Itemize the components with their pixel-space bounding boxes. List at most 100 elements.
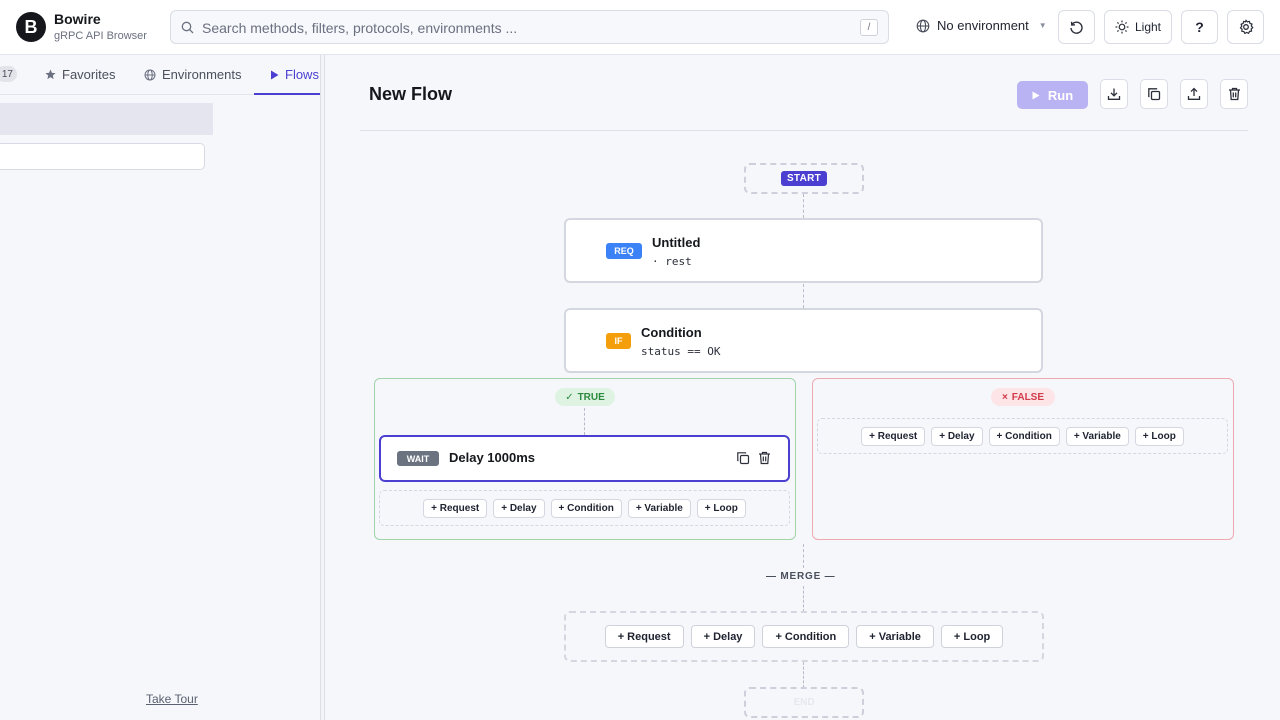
add-variable-button[interactable]: + Variable [627, 498, 691, 518]
sidebar-tabs: 17 Favorites Environments Flows [0, 55, 320, 95]
main-add-row: + Request + Delay + Condition + Variable… [564, 611, 1044, 662]
tab-flows[interactable]: Flows [270, 67, 319, 82]
add-request-button[interactable]: + Request [861, 426, 926, 446]
tab-favorites[interactable]: Favorites [45, 67, 115, 82]
run-label: Run [1047, 87, 1074, 103]
delete-flow-button[interactable] [1220, 79, 1248, 109]
trash-icon [1228, 87, 1240, 101]
false-branch-label: × FALSE [991, 388, 1055, 406]
add-loop-button[interactable]: + Loop [940, 625, 1004, 648]
app-logo[interactable]: B [16, 12, 46, 42]
run-button[interactable]: Run [1017, 81, 1088, 109]
add-delay-button[interactable]: + Delay [493, 498, 545, 518]
true-branch-label: ✓ TRUE [555, 388, 615, 406]
environment-label: No environment [937, 18, 1029, 33]
wait-node[interactable]: WAIT Delay 1000ms [379, 435, 790, 482]
active-tab-indicator [254, 93, 320, 95]
tab-environments[interactable]: Environments [144, 67, 241, 82]
gear-icon [1239, 19, 1253, 35]
true-branch: ✓ TRUE WAIT Delay 1000ms + Request + Dela… [374, 378, 796, 540]
app-subtitle: gRPC API Browser [54, 30, 147, 42]
search-box[interactable]: / [170, 10, 889, 44]
merge-label: — MERGE — [766, 571, 836, 582]
add-request-button[interactable]: + Request [604, 625, 684, 648]
download-button[interactable] [1100, 79, 1128, 109]
close-icon: × [1001, 391, 1008, 403]
trash-icon[interactable] [758, 451, 771, 465]
search-input[interactable] [202, 18, 842, 38]
theme-label: Light [1134, 20, 1162, 34]
wait-node-title: Delay 1000ms [449, 450, 536, 465]
start-badge: START [780, 171, 828, 186]
settings-button[interactable] [1227, 10, 1264, 44]
connector [584, 408, 585, 435]
sidebar: 17 Favorites Environments Flows Take Tou… [0, 55, 320, 720]
download-icon [1107, 88, 1121, 100]
end-badge: END [793, 697, 815, 708]
connector [803, 284, 804, 308]
tab-favorites-label: Favorites [62, 67, 116, 82]
export-button[interactable] [1180, 79, 1208, 109]
star-icon [45, 69, 56, 80]
add-loop-button[interactable]: + Loop [696, 498, 746, 518]
duplicate-flow-button[interactable] [1140, 79, 1168, 109]
true-label-text: TRUE [577, 391, 605, 403]
theme-toggle-button[interactable]: Light [1104, 10, 1172, 44]
add-variable-button[interactable]: + Variable [856, 625, 934, 648]
page-title: New Flow [369, 84, 453, 104]
condition-node-title: Condition [641, 325, 702, 340]
environment-selector[interactable]: No environment ▼ [916, 18, 1047, 33]
upload-icon [1187, 87, 1201, 100]
sidebar-input[interactable] [0, 143, 205, 170]
sun-icon [1115, 20, 1129, 34]
condition-expression: status == OK [641, 345, 721, 358]
true-branch-add-row: + Request + Delay + Condition + Variable… [379, 490, 790, 526]
connector [803, 662, 804, 688]
request-node[interactable]: REQ Untitled · rest [564, 218, 1043, 283]
play-icon [271, 70, 279, 79]
sidebar-selected-item[interactable] [0, 103, 213, 135]
search-icon [181, 21, 194, 34]
tab-environments-label: Environments [162, 67, 242, 82]
request-node-protocol: · rest [652, 255, 692, 268]
add-condition-button[interactable]: + Condition [550, 498, 622, 518]
help-icon: ? [1195, 19, 1204, 35]
add-delay-button[interactable]: + Delay [931, 426, 983, 446]
history-button[interactable] [1058, 10, 1095, 44]
logo-letter: B [24, 16, 38, 37]
connector [803, 544, 804, 568]
wait-badge: WAIT [397, 451, 439, 466]
end-node: END [744, 687, 864, 718]
add-condition-button[interactable]: + Condition [988, 426, 1060, 446]
add-variable-button[interactable]: + Variable [1065, 426, 1129, 446]
add-delay-button[interactable]: + Delay [690, 625, 756, 648]
app-name: Bowire [54, 11, 101, 27]
condition-node[interactable]: IF Condition status == OK [564, 308, 1043, 373]
history-icon [1070, 21, 1083, 34]
connector [803, 194, 804, 218]
tab-flows-label: Flows [285, 67, 319, 82]
condition-badge: IF [606, 333, 631, 349]
request-badge: REQ [606, 243, 642, 259]
false-branch: × FALSE + Request + Delay + Condition + V… [812, 378, 1234, 540]
take-tour-link[interactable]: Take Tour [146, 692, 198, 706]
header-divider [360, 130, 1248, 131]
add-loop-button[interactable]: + Loop [1134, 426, 1184, 446]
add-request-button[interactable]: + Request [423, 498, 488, 518]
add-condition-button[interactable]: + Condition [762, 625, 850, 648]
sidebar-resize-handle[interactable] [320, 55, 325, 720]
copy-icon[interactable] [736, 451, 750, 465]
globe-icon [144, 69, 156, 80]
search-shortcut-key: / [860, 19, 878, 36]
top-bar: B Bowire gRPC API Browser / No environme… [0, 0, 1280, 55]
flow-editor: New Flow Run START REQ Untitled · rest I… [326, 55, 1280, 720]
false-branch-add-row: + Request + Delay + Condition + Variable… [817, 418, 1228, 454]
connector [803, 586, 804, 612]
globe-icon [916, 19, 930, 32]
help-button[interactable]: ? [1181, 10, 1218, 44]
chevron-down-icon: ▼ [1038, 21, 1047, 30]
check-icon: ✓ [565, 391, 574, 403]
count-badge: 17 [0, 66, 17, 82]
start-node: START [744, 163, 864, 194]
play-icon [1032, 91, 1040, 99]
